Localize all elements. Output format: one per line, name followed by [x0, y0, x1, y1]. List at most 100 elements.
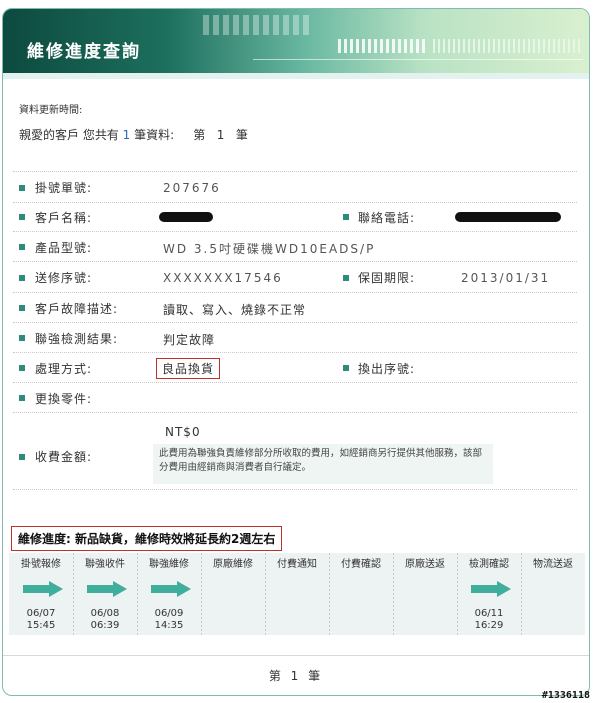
phone-label: 聯絡電話:: [358, 211, 416, 225]
progress-step: 聯強維修 06/09 14:35: [137, 553, 201, 635]
step-separator: [393, 553, 394, 635]
arrow-right-icon: [471, 581, 511, 597]
fault-value: 讀取、寫入、燒錄不正常: [163, 303, 307, 317]
progress-status: 新品缺貨，維修時效將延長約2週左右: [75, 532, 276, 546]
warranty-value: 2013/01/31: [461, 271, 551, 285]
arrow-right-icon: [151, 581, 191, 597]
bullet-icon: [19, 214, 25, 220]
fault-label: 客戶故障描述:: [35, 302, 119, 316]
serial-label: 送修序號:: [35, 271, 93, 285]
image-watermark: #1336118: [541, 690, 590, 701]
bullet-icon: [343, 275, 349, 281]
model-label: 產品型號:: [35, 241, 93, 255]
header-banner: 維修進度查詢: [3, 9, 589, 73]
summary-suffix: 筆資料:: [134, 128, 175, 142]
step-separator: [73, 553, 74, 635]
progress-step-label: 聯強收件: [85, 559, 125, 570]
step-separator: [329, 553, 330, 635]
arrow-right-icon: [87, 581, 127, 597]
page-prefix: 第: [193, 128, 206, 142]
progress-step-label: 檢測確認: [469, 559, 509, 570]
progress-step-timestamp: 06/08 06:39: [73, 608, 137, 632]
step-separator: [201, 553, 202, 635]
progress-step: 檢測確認 06/11 16:29: [457, 553, 521, 635]
progress-heading-label: 維修進度:: [18, 532, 71, 546]
bullet-icon: [19, 275, 25, 281]
detail-row-fault: 客戶故障描述: 讀取、寫入、燒錄不正常: [13, 293, 577, 323]
detail-row-ticket: 掛號單號: 207676: [13, 171, 577, 203]
summary-prefix: 親愛的客戶 您共有: [19, 128, 119, 142]
progress-step-label: 原廠送返: [405, 559, 445, 570]
progress-step-timestamp: 06/11 16:29: [457, 608, 521, 632]
updated-time-label: 資料更新時間:: [19, 105, 83, 116]
bullet-icon: [19, 335, 25, 341]
redacted-phone: [455, 212, 561, 222]
detail-row-model: 產品型號: WD 3.5吋硬碟機WD10EADS/P: [13, 232, 577, 262]
bullet-icon: [19, 365, 25, 371]
bullet-icon: [19, 185, 25, 191]
progress-step-time: 06:39: [90, 620, 120, 631]
divider: [3, 73, 589, 79]
banner-decoration: [433, 39, 583, 53]
handling-label: 處理方式:: [35, 362, 93, 376]
fee-value: NT$0: [165, 425, 201, 439]
banner-decoration: [203, 15, 313, 35]
progress-step-label: 聯強維修: [149, 559, 189, 570]
page-number: 1: [216, 128, 225, 142]
fee-note: 此費用為聯強負責維修部分所收取的費用，如經銷商另行提供其他服務，該部分費用由經銷…: [153, 444, 493, 484]
progress-step: 物流送返: [521, 553, 585, 635]
test-label: 聯強檢測結果:: [35, 332, 119, 346]
banner-decoration: [338, 39, 428, 53]
progress-tracker: 掛號報修 06/07 15:45 聯強收件 06/08 06:39 聯強維修 06/09 14:…: [9, 553, 585, 635]
ticket-value: 207676: [163, 181, 221, 195]
step-separator: [137, 553, 138, 635]
serial-value: XXXXXXX17546: [163, 271, 283, 285]
progress-step: 掛號報修 06/07 15:45: [9, 553, 73, 635]
progress-step-date: 06/11: [474, 608, 504, 619]
progress-step-label: 付費通知: [277, 559, 317, 570]
bullet-icon: [19, 454, 25, 460]
progress-step-time: 14:35: [154, 620, 184, 631]
progress-step-label: 掛號報修: [21, 559, 61, 570]
progress-step: 原廠維修: [201, 553, 265, 635]
progress-step-label: 物流送返: [533, 559, 573, 570]
model-value: WD 3.5吋硬碟機WD10EADS/P: [163, 242, 376, 256]
ticket-label: 掛號單號:: [35, 181, 93, 195]
progress-step: 原廠送返: [393, 553, 457, 635]
bullet-icon: [343, 365, 349, 371]
customer-label: 客戶名稱:: [35, 211, 93, 225]
detail-row-parts: 更換零件:: [13, 383, 577, 413]
progress-step-date: 06/07: [26, 608, 56, 619]
progress-step-date: 06/09: [154, 608, 184, 619]
repair-status-panel: 維修進度查詢 資料更新時間: 親愛的客戶 您共有 1 筆資料: 第 1 筆 掛號…: [2, 8, 590, 696]
step-separator: [457, 553, 458, 635]
progress-step: 聯強收件 06/08 06:39: [73, 553, 137, 635]
bullet-icon: [19, 395, 25, 401]
progress-step: 付費確認: [329, 553, 393, 635]
progress-step-timestamp: 06/09 14:35: [137, 608, 201, 632]
redacted-customer-name: [159, 212, 213, 222]
detail-row-serial: 送修序號: XXXXXXX17546 保固期限: 2013/01/31: [13, 262, 577, 293]
record-count: 1: [122, 128, 131, 142]
bullet-icon: [19, 305, 25, 311]
record-summary: 親愛的客戶 您共有 1 筆資料: 第 1 筆: [19, 126, 248, 143]
bullet-icon: [19, 244, 25, 250]
fee-label: 收費金額:: [35, 450, 93, 464]
progress-step-time: 16:29: [474, 620, 504, 631]
step-separator: [265, 553, 266, 635]
handling-value: 良品換貨: [156, 358, 221, 379]
detail-row-test: 聯強檢測結果: 判定故障: [13, 323, 577, 353]
page-title: 維修進度查詢: [27, 42, 141, 62]
footer-page-indicator: 第 1 筆: [268, 669, 324, 683]
test-value: 判定故障: [163, 333, 216, 347]
progress-heading: 維修進度: 新品缺貨，維修時效將延長約2週左右: [11, 526, 283, 551]
progress-step: 付費通知: [265, 553, 329, 635]
warranty-label: 保固期限:: [358, 271, 416, 285]
detail-row-handling: 處理方式: 良品換貨 換出序號:: [13, 353, 577, 383]
detail-row-customer: 客戶名稱: 聯絡電話:: [13, 202, 577, 232]
arrow-right-icon: [23, 581, 63, 597]
replacement-serial-label: 換出序號:: [358, 362, 416, 376]
progress-step-label: 付費確認: [341, 559, 381, 570]
banner-decoration: [253, 59, 583, 60]
progress-step-label: 原廠維修: [213, 559, 253, 570]
